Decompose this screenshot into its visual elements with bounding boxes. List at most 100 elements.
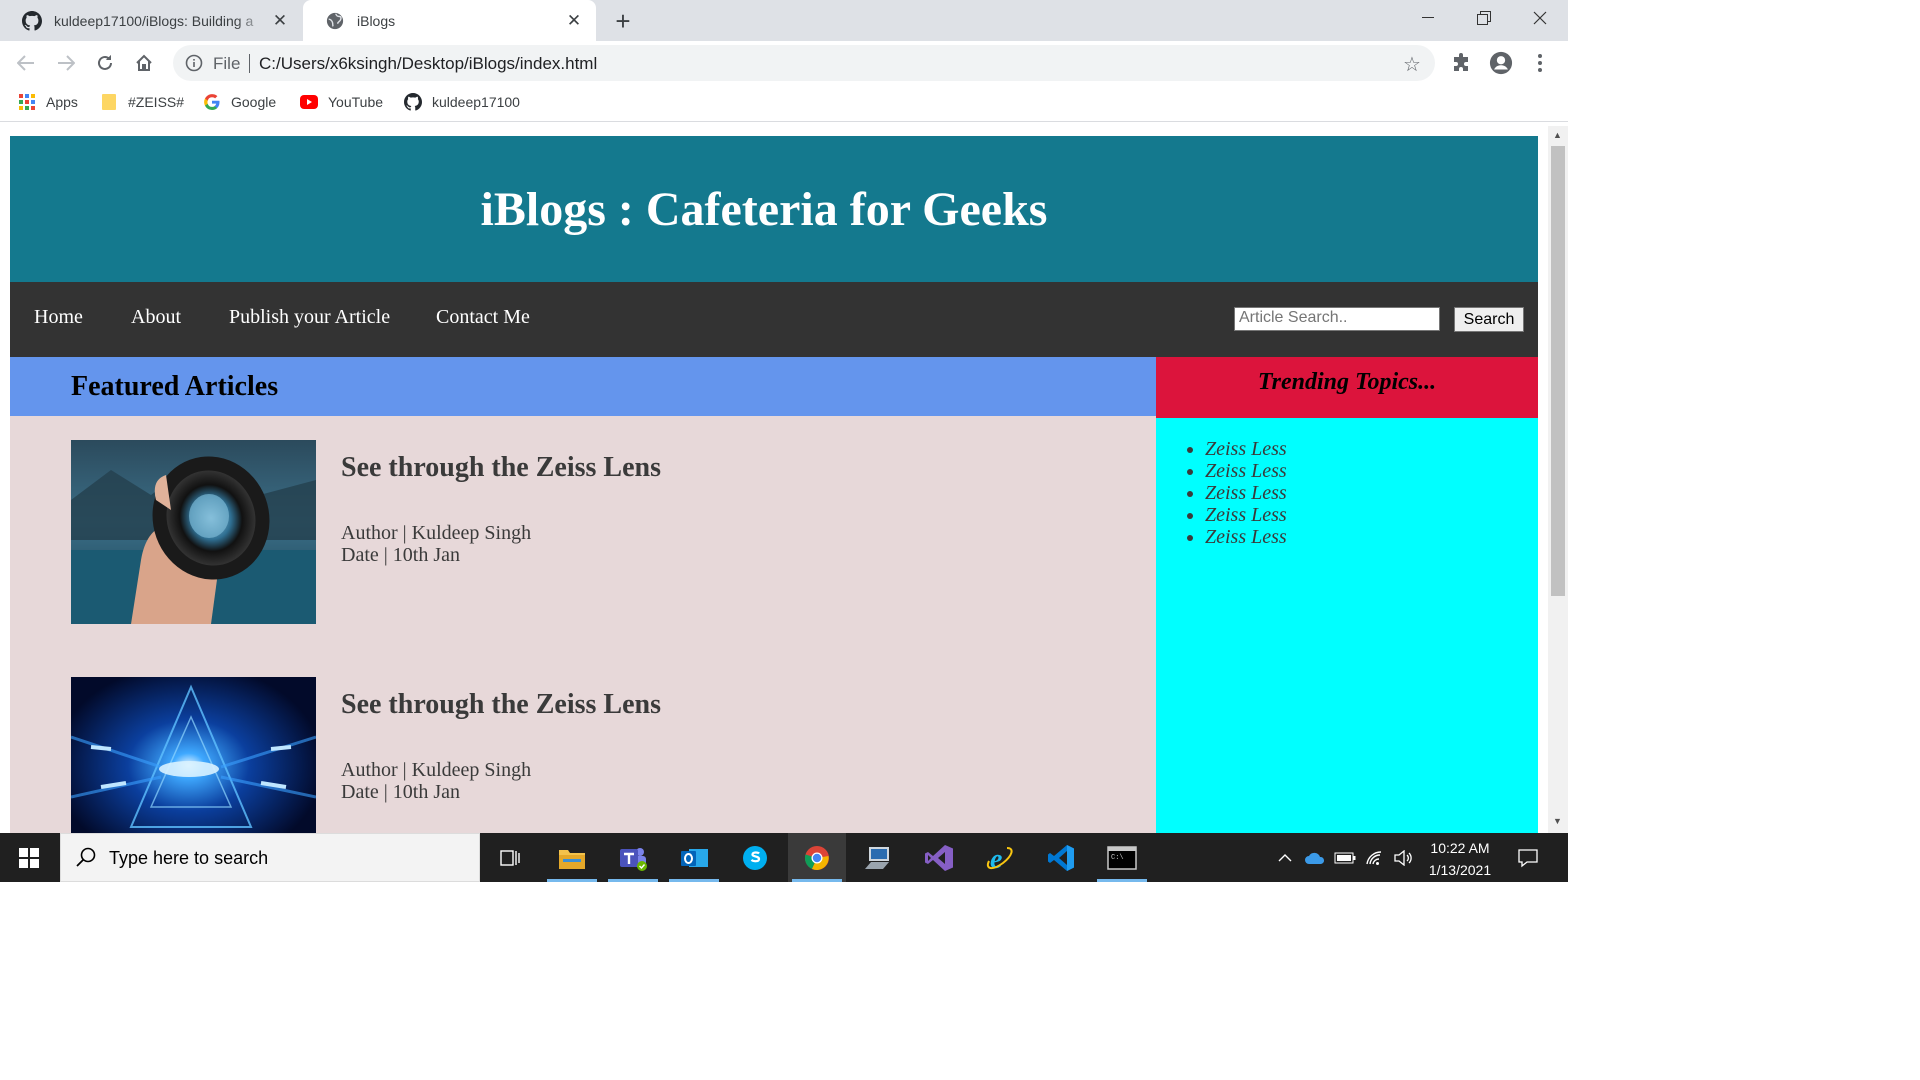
clock-time: 10:22 AM <box>1430 840 1490 856</box>
article-author: Author | Kuldeep Singh <box>341 522 532 544</box>
nav-link-publish[interactable]: Publish your Article <box>229 306 390 329</box>
folder-icon <box>100 93 118 111</box>
internet-explorer-icon[interactable]: e <box>971 833 1029 882</box>
new-tab-button[interactable]: + <box>610 6 636 36</box>
article-date: Date | 10th Jan <box>341 544 460 566</box>
back-icon[interactable] <box>12 49 40 77</box>
page-scrollbar[interactable]: ▲ ▼ <box>1548 126 1568 833</box>
show-hidden-icons-chevron-icon[interactable] <box>1272 833 1298 882</box>
url-text[interactable]: C:/Users/x6ksingh/Desktop/iBlogs/index.h… <box>259 54 597 74</box>
close-window-button[interactable] <box>1512 0 1568 36</box>
bookmark-label: Google <box>231 94 277 110</box>
skype-icon[interactable] <box>726 833 784 882</box>
article-meta: Author | Kuldeep Singh Date | 10th Jan <box>341 759 531 803</box>
site-header: iBlogs : Cafeteria for Geeks <box>10 136 1538 282</box>
notifications-icon[interactable] <box>1508 833 1548 882</box>
article-card[interactable]: See through the Zeiss Lens Author | Kuld… <box>71 677 971 833</box>
trending-header: Trending Topics... <box>1156 357 1538 418</box>
bookmark-label: YouTube <box>328 94 384 110</box>
close-tab-icon[interactable]: ✕ <box>268 9 292 33</box>
separator <box>249 54 250 73</box>
browser-toolbar: File C:/Users/x6ksingh/Desktop/iBlogs/in… <box>0 41 1568 85</box>
svg-text:C:\: C:\ <box>1111 854 1124 862</box>
iblogs-site: iBlogs : Cafeteria for Geeks Home About … <box>10 136 1538 833</box>
google-icon <box>203 93 221 111</box>
bookmark-star-icon[interactable]: ☆ <box>1403 52 1421 77</box>
command-prompt-icon[interactable]: C:\ <box>1093 833 1151 882</box>
nav-link-about[interactable]: About <box>131 306 181 329</box>
trending-heading: Trending Topics... <box>1257 369 1437 395</box>
github-icon <box>404 93 422 111</box>
bookmark-zeiss-folder[interactable]: #ZEISS# <box>100 93 184 111</box>
tab-iblogs[interactable]: iBlogs ✕ <box>303 0 596 41</box>
trending-list: Zeiss Less Zeiss Less Zeiss Less Zeiss L… <box>1156 438 1538 548</box>
onedrive-cloud-icon[interactable] <box>1302 833 1328 882</box>
extensions-puzzle-icon[interactable] <box>1450 51 1474 75</box>
trending-item[interactable]: Zeiss Less <box>1205 482 1538 504</box>
article-card[interactable]: See through the Zeiss Lens Author | Kuld… <box>71 440 971 624</box>
outlook-icon[interactable] <box>665 833 723 882</box>
close-tab-icon[interactable]: ✕ <box>562 9 586 33</box>
battery-icon[interactable] <box>1332 833 1358 882</box>
chrome-icon[interactable] <box>788 833 846 882</box>
page-viewport: iBlogs : Cafeteria for Geeks Home About … <box>0 126 1548 833</box>
bookmark-youtube[interactable]: YouTube <box>300 93 383 111</box>
trending-item[interactable]: Zeiss Less <box>1205 438 1538 460</box>
tab-github[interactable]: kuldeep17100/iBlogs: Building a ✕ <box>0 0 302 41</box>
windows-taskbar: Type here to search e C:\ 10:22 AM 1/13/… <box>0 833 1568 882</box>
trending-item[interactable]: Zeiss Less <box>1205 526 1538 548</box>
scheme-label: File <box>213 54 241 73</box>
bookmark-apps[interactable]: Apps <box>18 93 78 111</box>
site-navbar: Home About Publish your Article Contact … <box>10 282 1538 357</box>
article-search-input[interactable]: Article Search.. <box>1234 307 1440 331</box>
remote-desktop-icon[interactable] <box>849 833 907 882</box>
minimize-window-button[interactable] <box>1400 0 1456 36</box>
windows-start-icon[interactable] <box>0 833 58 882</box>
home-icon[interactable] <box>130 49 158 77</box>
restore-window-button[interactable] <box>1456 0 1512 36</box>
trending-item[interactable]: Zeiss Less <box>1205 504 1538 526</box>
trending-item[interactable]: Zeiss Less <box>1205 460 1538 482</box>
article-title[interactable]: See through the Zeiss Lens <box>341 689 661 721</box>
bookmark-github[interactable]: kuldeep17100 <box>404 93 520 111</box>
scroll-down-arrow-icon[interactable]: ▼ <box>1553 816 1562 826</box>
tab-title: kuldeep17100/iBlogs: Building a <box>54 12 254 29</box>
nav-link-contact[interactable]: Contact Me <box>436 306 530 329</box>
article-meta: Author | Kuldeep Singh Date | 10th Jan <box>341 522 531 566</box>
kebab-menu-icon[interactable] <box>1528 51 1552 75</box>
scrollbar-thumb[interactable] <box>1551 146 1565 596</box>
bookmark-label: Apps <box>46 94 78 110</box>
reload-icon[interactable] <box>91 49 119 77</box>
hand-holding-lens-photo[interactable] <box>71 440 316 624</box>
site-title: iBlogs : Cafeteria for Geeks <box>480 182 1048 236</box>
blue-tech-tunnel-photo[interactable] <box>71 677 316 833</box>
search-icon <box>75 846 97 873</box>
teams-icon[interactable] <box>604 833 662 882</box>
article-title[interactable]: See through the Zeiss Lens <box>341 452 661 484</box>
featured-header: Featured Articles <box>10 357 1156 416</box>
file-explorer-icon[interactable] <box>543 833 601 882</box>
forward-icon[interactable] <box>52 49 80 77</box>
tab-title: iBlogs <box>357 12 396 29</box>
globe-icon <box>325 11 345 31</box>
featured-articles-section: Featured Articles See through the Zeiss … <box>10 357 1156 833</box>
tab-strip: kuldeep17100/iBlogs: Building a ✕ iBlogs… <box>0 0 1568 41</box>
scroll-up-arrow-icon[interactable]: ▲ <box>1553 130 1562 140</box>
featured-heading: Featured Articles <box>71 371 279 402</box>
running-indicator <box>792 879 842 882</box>
visual-studio-icon[interactable] <box>910 833 968 882</box>
search-button[interactable]: Search <box>1454 307 1524 332</box>
running-indicator <box>1097 879 1147 882</box>
vscode-icon[interactable] <box>1032 833 1090 882</box>
running-indicator <box>547 879 597 882</box>
info-icon[interactable] <box>185 54 203 72</box>
bookmark-google[interactable]: Google <box>203 93 276 111</box>
address-bar[interactable]: File C:/Users/x6ksingh/Desktop/iBlogs/in… <box>173 45 1435 81</box>
nav-link-home[interactable]: Home <box>34 306 83 329</box>
profile-avatar-icon[interactable] <box>1489 51 1513 75</box>
system-clock[interactable]: 10:22 AM 1/13/2021 <box>1412 837 1508 881</box>
task-view-icon[interactable] <box>482 833 540 882</box>
wifi-icon[interactable] <box>1362 833 1388 882</box>
article-date: Date | 10th Jan <box>341 781 460 803</box>
taskbar-search-box[interactable]: Type here to search <box>60 833 480 882</box>
